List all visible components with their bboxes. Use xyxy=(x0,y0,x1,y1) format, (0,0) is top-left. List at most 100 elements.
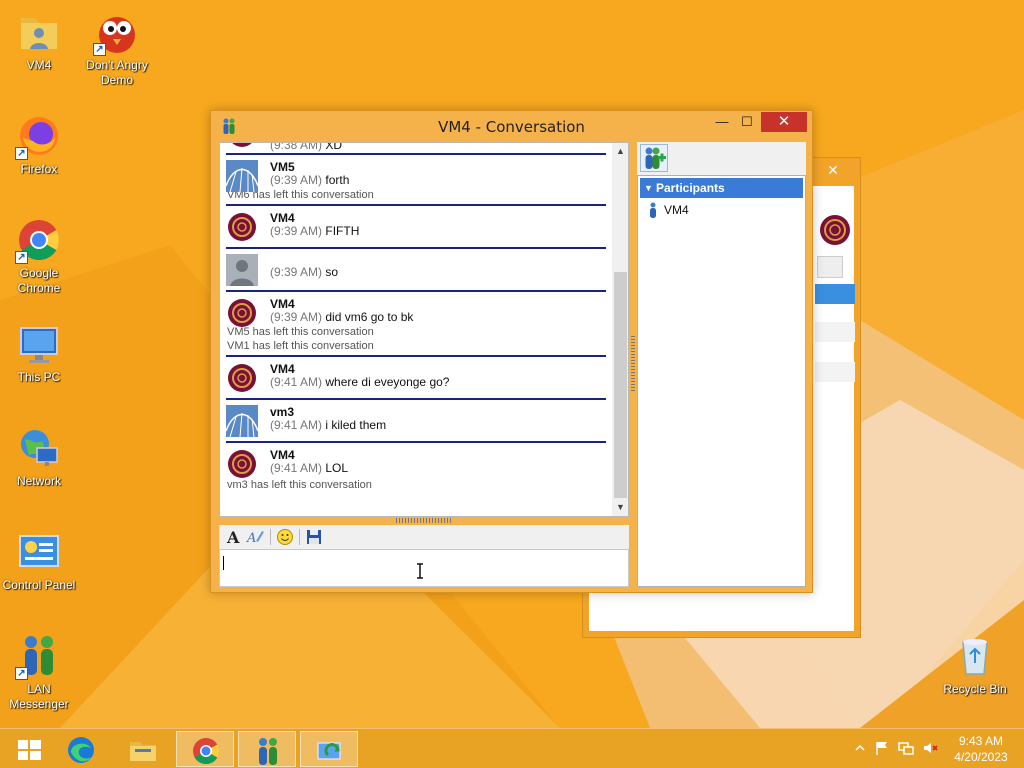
system-notice: VM6 has left this conversation xyxy=(227,189,374,201)
minimize-button[interactable]: — xyxy=(709,112,735,132)
scroll-up-button[interactable]: ▲ xyxy=(612,143,628,160)
message-sender: VM5 xyxy=(270,160,295,174)
desktop-icon-control-panel[interactable]: Control Panel xyxy=(0,528,78,593)
message-text: where di eveyonge go? xyxy=(325,375,450,389)
taskbar-chrome[interactable] xyxy=(176,731,234,767)
desktop-icon-lan-messenger[interactable]: ↗ LAN Messenger xyxy=(0,632,78,712)
angry-bird-icon: ↗ xyxy=(93,8,141,56)
message-time: (9:39 AM) xyxy=(270,310,323,324)
vertical-splitter-grip[interactable] xyxy=(631,336,635,392)
desktop-icon-firefox[interactable]: ↗ Firefox xyxy=(0,112,78,177)
message-line: (9:38 AM) XD xyxy=(270,142,612,152)
network-globe-icon xyxy=(15,424,63,472)
background-window-toolbar-button[interactable] xyxy=(817,256,843,278)
network-status-icon[interactable] xyxy=(898,740,914,756)
close-button[interactable]: ✕ xyxy=(761,112,807,132)
desktop-icon-label: Network xyxy=(16,474,61,488)
message-time: (9:39 AM) xyxy=(270,224,323,238)
message-time: (9:38 AM) xyxy=(270,142,323,152)
desktop-icon-dont-angry-demo[interactable]: ↗ Don't Angry Demo xyxy=(78,8,156,88)
taskbar: 9:43 AM 4/20/2023 xyxy=(0,728,1024,768)
participants-panel[interactable]: ▼ Participants VM4 xyxy=(637,175,806,587)
font-a-icon: A xyxy=(226,528,240,547)
chat-scrollbar[interactable]: ▲ ▼ xyxy=(612,143,628,516)
desktop-icon-label: VM4 xyxy=(26,58,52,72)
chrome-icon xyxy=(193,738,220,765)
scroll-down-button[interactable]: ▼ xyxy=(612,499,628,516)
background-window-selected-row xyxy=(815,284,855,304)
desktop-icon-label: LAN Messenger xyxy=(9,682,69,711)
user-avatar-person-icon xyxy=(226,254,258,286)
system-notice: vm3 has left this conversation xyxy=(227,479,372,491)
message-text: LOL xyxy=(325,461,349,475)
clock-time: 9:43 AM xyxy=(958,734,1004,748)
desktop-icon-this-pc[interactable]: This PC xyxy=(0,320,78,385)
message-time: (9:39 AM) xyxy=(270,173,323,187)
taskbar-edge[interactable] xyxy=(52,731,110,767)
lan-messenger-icon xyxy=(259,738,277,765)
conversation-window[interactable]: VM4 - Conversation — ☐ ✕ (9:38 AM) XD VM… xyxy=(210,110,813,593)
shortcut-arrow-icon: ↗ xyxy=(93,43,106,56)
volume-muted-icon[interactable] xyxy=(922,740,938,756)
desktop-icon-network[interactable]: Network xyxy=(0,424,78,489)
font-color-button[interactable]: A xyxy=(246,527,266,547)
message-item: VM4 (9:39 AM) FIFTH xyxy=(220,208,612,245)
add-participant-button[interactable] xyxy=(640,144,668,172)
message-separator xyxy=(226,441,606,443)
desktop-icon-label: Firefox xyxy=(20,162,58,176)
desktop-icon-label: Control Panel xyxy=(2,578,76,592)
save-button[interactable] xyxy=(304,527,324,547)
user-avatar-icon xyxy=(820,215,850,245)
taskbar-network-tool[interactable] xyxy=(300,731,358,767)
emoticon-button[interactable] xyxy=(275,527,295,547)
message-item: vm3 (9:41 AM) i kiled them xyxy=(220,402,612,439)
message-sender: VM4 xyxy=(270,211,295,225)
font-color-icon: A xyxy=(246,531,264,546)
participant-item[interactable]: VM4 xyxy=(638,200,805,220)
maximize-button[interactable]: ☐ xyxy=(734,112,760,132)
message-text: did vm6 go to bk xyxy=(325,310,414,324)
taskbar-lan-messenger[interactable] xyxy=(238,731,296,767)
taskbar-clock[interactable]: 9:43 AM 4/20/2023 xyxy=(948,733,1014,765)
collapse-triangle-icon: ▼ xyxy=(644,183,653,193)
horizontal-splitter-grip[interactable] xyxy=(396,518,452,523)
folder-user-icon xyxy=(15,8,63,56)
desktop-icon-vm4[interactable]: VM4 xyxy=(0,8,78,73)
desktop-icon-google-chrome[interactable]: ↗ Google Chrome xyxy=(0,216,78,296)
folder-icon xyxy=(130,742,156,761)
background-window-row xyxy=(815,362,855,382)
title-bar[interactable]: VM4 - Conversation — ☐ ✕ xyxy=(211,111,812,141)
user-avatar-ball-icon xyxy=(228,364,256,392)
text-caret xyxy=(223,556,224,570)
background-window-close-button[interactable]: ✕ xyxy=(814,161,852,179)
chat-transcript[interactable]: (9:38 AM) XD VM5 (9:39 AM) forth VM6 has… xyxy=(219,142,629,517)
show-hidden-icons-chevron-icon[interactable] xyxy=(852,740,868,756)
user-avatar-ball-icon xyxy=(232,143,252,147)
message-list: (9:38 AM) XD VM5 (9:39 AM) forth VM6 has… xyxy=(220,142,612,492)
message-time: (9:41 AM) xyxy=(270,461,323,475)
svg-text:A: A xyxy=(246,531,256,546)
message-line: (9:41 AM) where di eveyonge go? xyxy=(270,374,612,390)
message-separator xyxy=(226,247,606,249)
clock-date: 4/20/2023 xyxy=(954,750,1008,764)
network-refresh-icon xyxy=(317,742,341,760)
user-avatar-ball-icon xyxy=(228,450,256,478)
scrollbar-thumb[interactable] xyxy=(614,272,627,498)
toolbar-separator xyxy=(299,529,300,545)
message-sender: vm3 xyxy=(270,405,295,419)
action-center-flag-icon[interactable] xyxy=(874,740,890,756)
message-separator xyxy=(226,355,606,357)
participants-header[interactable]: ▼ Participants xyxy=(640,178,803,198)
message-line: (9:39 AM) forth xyxy=(270,172,612,188)
taskbar-file-explorer[interactable] xyxy=(114,731,172,767)
message-text: FIFTH xyxy=(325,224,360,238)
ibeam-cursor-icon xyxy=(417,563,423,579)
add-user-icon xyxy=(645,147,666,169)
desktop-icon-recycle-bin[interactable]: Recycle Bin xyxy=(936,632,1014,697)
desktop-icon-label: Google Chrome xyxy=(17,266,61,295)
control-panel-icon xyxy=(15,528,63,576)
message-item: (9:38 AM) XD xyxy=(220,142,612,152)
start-button[interactable] xyxy=(0,731,58,767)
font-button[interactable]: A xyxy=(224,527,244,547)
participants-toolbar xyxy=(637,142,806,175)
